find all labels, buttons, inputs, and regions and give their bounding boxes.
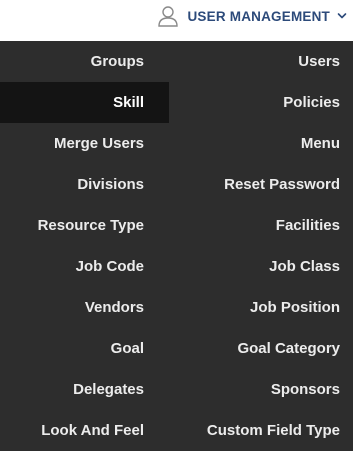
menu-item-delegates[interactable]: Delegates bbox=[0, 369, 169, 410]
menu-row: Resource Type Facilities bbox=[0, 205, 353, 246]
menu-item-job-position[interactable]: Job Position bbox=[169, 287, 353, 328]
menu-row: Divisions Reset Password bbox=[0, 164, 353, 205]
menu-item-menu[interactable]: Menu bbox=[169, 123, 353, 164]
menu-item-goal[interactable]: Goal bbox=[0, 328, 169, 369]
menu-item-divisions[interactable]: Divisions bbox=[0, 164, 169, 205]
menu-item-groups[interactable]: Groups bbox=[0, 41, 169, 82]
menu-item-skill[interactable]: Skill bbox=[0, 82, 169, 123]
menu-row: Delegates Sponsors bbox=[0, 369, 353, 410]
menu-row: Goal Goal Category bbox=[0, 328, 353, 369]
user-management-label: USER MANAGEMENT bbox=[187, 8, 330, 24]
menu-item-policies[interactable]: Policies bbox=[169, 82, 353, 123]
menu-item-custom-field-type[interactable]: Custom Field Type bbox=[169, 410, 353, 451]
menu-item-reset-password[interactable]: Reset Password bbox=[169, 164, 353, 205]
menu-item-sponsors[interactable]: Sponsors bbox=[169, 369, 353, 410]
menu-row: Look And Feel Custom Field Type bbox=[0, 410, 353, 451]
menu-item-facilities[interactable]: Facilities bbox=[169, 205, 353, 246]
user-icon bbox=[157, 5, 179, 27]
user-management-menu-toggle[interactable]: USER MANAGEMENT bbox=[157, 4, 347, 28]
chevron-down-icon bbox=[337, 11, 347, 21]
user-management-dropdown: Groups Users Skill Policies Merge Users … bbox=[0, 41, 353, 451]
menu-row: Vendors Job Position bbox=[0, 287, 353, 328]
menu-row: Job Code Job Class bbox=[0, 246, 353, 287]
menu-item-goal-category[interactable]: Goal Category bbox=[169, 328, 353, 369]
menu-item-vendors[interactable]: Vendors bbox=[0, 287, 169, 328]
menu-item-job-class[interactable]: Job Class bbox=[169, 246, 353, 287]
menu-item-resource-type[interactable]: Resource Type bbox=[0, 205, 169, 246]
menu-row: Groups Users bbox=[0, 41, 353, 82]
menu-item-job-code[interactable]: Job Code bbox=[0, 246, 169, 287]
menu-row: Skill Policies bbox=[0, 82, 353, 123]
menu-item-users[interactable]: Users bbox=[169, 41, 353, 82]
menu-row: Merge Users Menu bbox=[0, 123, 353, 164]
menu-item-look-and-feel[interactable]: Look And Feel bbox=[0, 410, 169, 451]
menu-item-merge-users[interactable]: Merge Users bbox=[0, 123, 169, 164]
top-bar: USER MANAGEMENT bbox=[0, 0, 353, 41]
